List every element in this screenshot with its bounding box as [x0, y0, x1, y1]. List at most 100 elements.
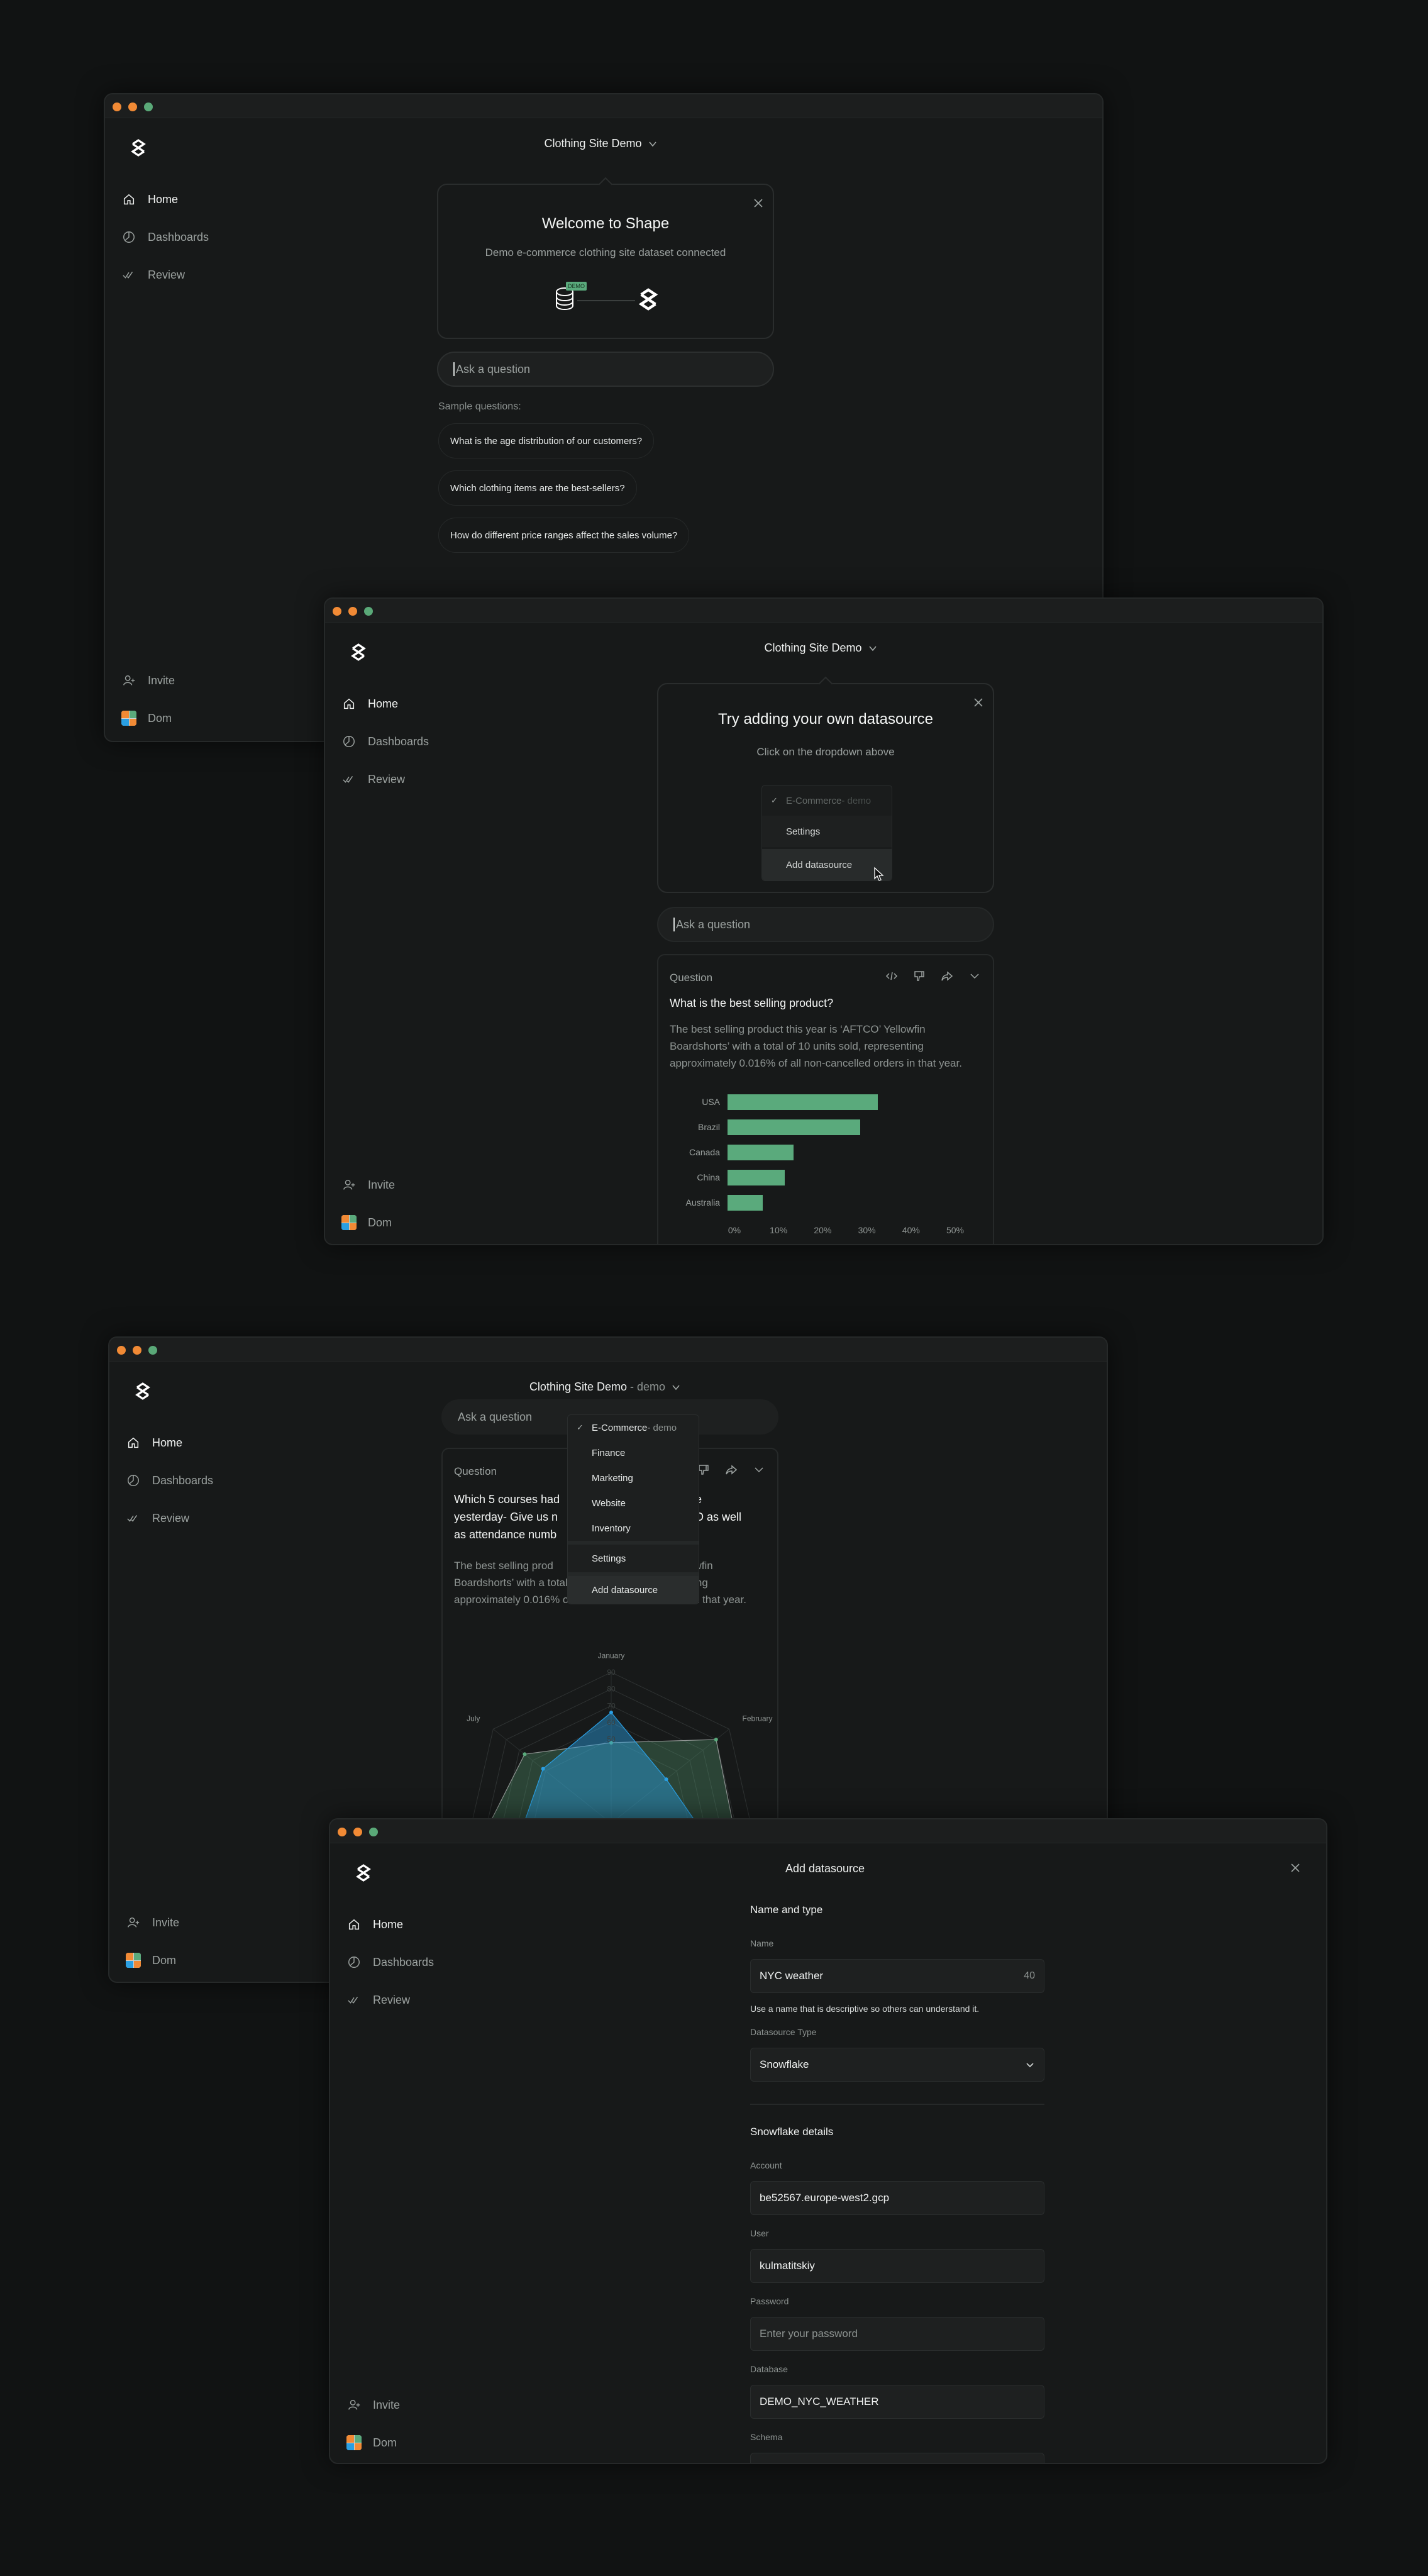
section-snowflake-details: Snowflake details [750, 2126, 834, 2138]
sidebar-item-review[interactable]: Review [121, 267, 185, 282]
sidebar-item-user[interactable]: Dom [126, 1953, 176, 1968]
menu-item-add-datasource[interactable]: Add datasource [568, 1576, 699, 1604]
window-close-button[interactable] [113, 103, 121, 111]
password-field[interactable] [760, 2328, 1035, 2340]
sidebar-item-home[interactable]: Home [121, 192, 178, 207]
window-minimize-button[interactable] [133, 1346, 141, 1355]
ask-question-field[interactable] [675, 918, 993, 931]
radar-point[interactable] [609, 1711, 613, 1714]
close-icon[interactable] [753, 197, 764, 209]
window-minimize-button[interactable] [353, 1828, 362, 1836]
share-icon[interactable] [724, 1463, 738, 1477]
datasource-dropdown[interactable]: Clothing Site Demo - demo [109, 1380, 1104, 1394]
ask-question-field[interactable] [455, 362, 773, 376]
account-input[interactable] [750, 2181, 1044, 2215]
pie-chart-icon [346, 1955, 362, 1970]
database-field[interactable] [760, 2396, 1035, 2408]
window-close-button[interactable] [338, 1828, 346, 1836]
sidebar-item-user[interactable]: Dom [346, 2435, 397, 2450]
sample-question-chip[interactable]: Which clothing items are the best-seller… [438, 470, 637, 506]
menu-item-inventory[interactable]: Inventory [568, 1516, 699, 1541]
menu-item-website[interactable]: Website [568, 1491, 699, 1516]
sidebar-item-review[interactable]: Review [341, 772, 405, 787]
sample-question-chip[interactable]: How do different price ranges affect the… [438, 518, 690, 553]
window-maximize-button[interactable] [148, 1346, 157, 1355]
sidebar-item-user[interactable]: Dom [121, 711, 172, 726]
sidebar-item-invite[interactable]: Invite [121, 673, 175, 688]
check-icon: ✓ [577, 1423, 584, 1432]
radar-point[interactable] [523, 1752, 527, 1757]
window-minimize-button[interactable] [128, 103, 137, 111]
user-plus-icon [346, 2397, 362, 2412]
menu-item-ecommerce[interactable]: ✓ E-Commerce - demo [568, 1415, 699, 1440]
user-plus-icon [121, 673, 136, 688]
bar[interactable] [728, 1170, 785, 1185]
sidebar-item-review[interactable]: Review [126, 1511, 189, 1526]
bar[interactable] [728, 1145, 794, 1160]
sidebar-item-dashboards[interactable]: Dashboards [341, 734, 429, 749]
pie-chart-icon [341, 734, 357, 749]
chevron-down-icon [672, 1384, 680, 1390]
user-input[interactable] [750, 2249, 1044, 2283]
sidebar-item-invite[interactable]: Invite [126, 1915, 179, 1930]
share-icon[interactable] [940, 969, 954, 983]
menu-item-marketing[interactable]: Marketing [568, 1465, 699, 1491]
name-hint: Use a name that is descriptive so others… [750, 2004, 980, 2014]
password-input[interactable] [750, 2317, 1044, 2351]
ask-question-input[interactable] [657, 907, 994, 942]
window-maximize-button[interactable] [364, 607, 373, 616]
schema-input[interactable] [750, 2453, 1044, 2464]
datasource-dropdown[interactable]: Clothing Site Demo [105, 137, 1099, 150]
radar-point[interactable] [664, 1777, 668, 1782]
database-input[interactable] [750, 2385, 1044, 2419]
datasource-dropdown[interactable]: Clothing Site Demo [325, 641, 1319, 655]
window-close-button[interactable] [117, 1346, 126, 1355]
bar-chart: USA Brazil Canada China Australia 0% 10% 20% 30%… [658, 1084, 993, 1241]
window-close-button[interactable] [333, 607, 341, 616]
window-minimize-button[interactable] [348, 607, 357, 616]
code-icon[interactable] [885, 969, 899, 983]
name-input[interactable]: 40 [750, 1959, 1044, 1993]
ask-question-input[interactable] [437, 352, 774, 387]
sidebar-item-user[interactable]: Dom [341, 1215, 392, 1230]
schema-field[interactable] [760, 2463, 1035, 2464]
sidebar-item-dashboards[interactable]: Dashboards [126, 1473, 213, 1488]
window-maximize-button[interactable] [144, 103, 153, 111]
bar[interactable] [728, 1195, 763, 1211]
name-field[interactable] [760, 1970, 1024, 1982]
account-field[interactable] [760, 2192, 1035, 2204]
chevron-down-icon[interactable] [752, 1463, 766, 1477]
menu-item-settings[interactable]: Settings [568, 1545, 699, 1572]
sidebar-item-dashboards[interactable]: Dashboards [346, 1955, 434, 1970]
account-label: Account [750, 2160, 782, 2170]
user-field[interactable] [760, 2260, 1035, 2272]
menu-item-finance[interactable]: Finance [568, 1440, 699, 1465]
sidebar-item-invite[interactable]: Invite [346, 2397, 400, 2412]
sidebar-item-dashboards[interactable]: Dashboards [121, 230, 209, 245]
datasource-type-select[interactable]: Snowflake [750, 2048, 1044, 2082]
window-maximize-button[interactable] [369, 1828, 378, 1836]
window-add-datasource: Home Dashboards Review Invite Dom Add da… [329, 1818, 1327, 2464]
close-icon[interactable] [1290, 1862, 1301, 1874]
question-card-actions [885, 969, 982, 983]
radar-ring-label: 70 [607, 1701, 616, 1710]
shape-logo-icon [638, 288, 658, 311]
radar-point[interactable] [541, 1767, 545, 1771]
bar[interactable] [728, 1119, 860, 1135]
radar-point[interactable] [714, 1737, 718, 1741]
thumbs-down-icon[interactable] [912, 969, 926, 983]
radar-ring-label: 90 [607, 1668, 616, 1677]
sidebar-item-home[interactable]: Home [126, 1435, 182, 1450]
chevron-down-icon[interactable] [968, 969, 982, 983]
sidebar-item-home[interactable]: Home [341, 696, 398, 711]
close-icon[interactable] [973, 697, 984, 708]
sidebar-item-home[interactable]: Home [346, 1917, 403, 1932]
sidebar-item-review[interactable]: Review [346, 1992, 410, 2007]
sample-question-chip[interactable]: What is the age distribution of our cust… [438, 423, 655, 458]
chevron-down-icon [868, 645, 877, 651]
sidebar-item-label: Dashboards [373, 1955, 434, 1968]
bar[interactable] [728, 1094, 878, 1110]
sample-questions-label: Sample questions: [438, 401, 521, 412]
sidebar-item-invite[interactable]: Invite [341, 1177, 395, 1192]
datasource-type-value: Snowflake [760, 2058, 809, 2070]
